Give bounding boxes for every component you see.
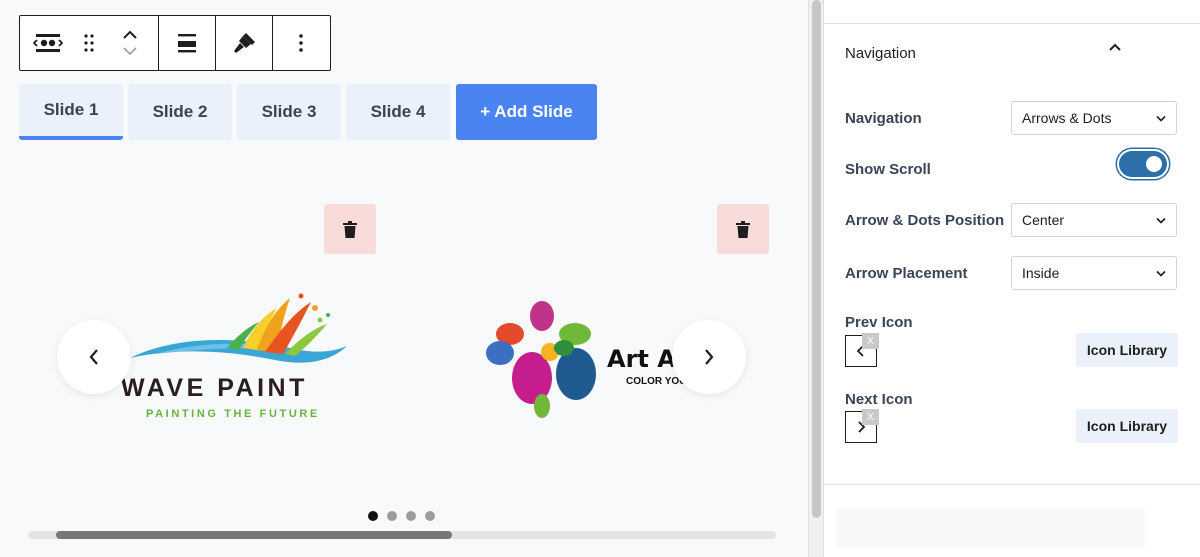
chevron-right-icon — [705, 349, 714, 365]
block-toolbar — [19, 15, 331, 71]
chevron-down-icon — [1156, 217, 1166, 224]
section-title[interactable]: Navigation — [845, 45, 916, 62]
carousel-dots — [368, 511, 435, 521]
next-icon-library-button[interactable]: Icon Library — [1076, 409, 1178, 443]
toolbar-group-more — [273, 16, 329, 70]
editor-canvas: Slide 1 Slide 2 Slide 3 Slide 4 + Add Sl… — [0, 0, 808, 557]
remove-prev-icon-button[interactable]: X — [862, 333, 879, 349]
collapsed-section[interactable] — [836, 508, 1146, 548]
drag-handle-icon[interactable] — [76, 16, 102, 70]
style-brush-icon[interactable] — [216, 16, 272, 70]
chevron-up-icon[interactable] — [1108, 42, 1122, 52]
delete-slide-button[interactable] — [717, 204, 769, 254]
tab-slide-1[interactable]: Slide 1 — [19, 84, 123, 140]
carousel-prev-button[interactable] — [57, 320, 131, 394]
carousel-scrollbar — [28, 531, 776, 539]
trash-icon — [343, 220, 357, 238]
panel-divider — [824, 23, 1200, 24]
trash-icon — [736, 220, 750, 238]
tab-slide-2[interactable]: Slide 2 — [128, 84, 232, 140]
next-icon-label: Next Icon — [845, 391, 913, 408]
block-type-icon[interactable] — [20, 16, 76, 70]
navigation-select[interactable]: Arrows & Dots — [1011, 101, 1177, 135]
carousel-scrollbar-thumb[interactable] — [56, 531, 452, 539]
slide-tabs: Slide 1 Slide 2 Slide 3 Slide 4 + Add Sl… — [19, 84, 597, 140]
wave-paint-subtitle: PAINTING THE FUTURE — [146, 408, 320, 420]
tab-slide-4[interactable]: Slide 4 — [346, 84, 450, 140]
show-scroll-toggle[interactable] — [1119, 151, 1167, 177]
add-slide-button[interactable]: + Add Slide — [456, 84, 597, 140]
prev-icon-library-button[interactable]: Icon Library — [1076, 333, 1178, 367]
panel-divider — [824, 484, 1200, 485]
art-academy-logo — [486, 301, 596, 418]
toggle-knob — [1146, 156, 1162, 172]
placement-label: Arrow Placement — [845, 265, 968, 282]
wave-paint-title: WAVE PAINT — [121, 374, 308, 402]
position-select[interactable]: Center — [1011, 203, 1177, 237]
carousel-dot[interactable] — [368, 511, 378, 521]
carousel-dot[interactable] — [425, 511, 435, 521]
tab-slide-3[interactable]: Slide 3 — [237, 84, 341, 140]
align-icon[interactable] — [159, 16, 215, 70]
more-options-icon[interactable] — [273, 16, 329, 70]
prev-icon-preview: X — [845, 333, 879, 367]
chevron-left-icon — [89, 349, 98, 365]
move-up-icon[interactable] — [122, 30, 138, 40]
move-down-icon[interactable] — [122, 46, 138, 56]
position-select-value: Center — [1022, 212, 1065, 228]
carousel-dot[interactable] — [406, 511, 416, 521]
show-scroll-label: Show Scroll — [845, 161, 931, 178]
settings-panel: Navigation Navigation Arrows & Dots Show… — [823, 0, 1200, 557]
move-buttons — [102, 16, 158, 70]
toolbar-group-align — [159, 16, 216, 70]
chevron-down-icon — [1156, 270, 1166, 277]
chevron-down-icon — [1156, 115, 1166, 122]
editor-scrollbar — [808, 0, 823, 557]
toolbar-group-style — [216, 16, 273, 70]
navigation-label: Navigation — [845, 110, 922, 127]
editor-scrollbar-thumb[interactable] — [812, 0, 821, 518]
placement-select-value: Inside — [1022, 265, 1060, 281]
position-label: Arrow & Dots Position — [845, 212, 1005, 229]
prev-icon-label: Prev Icon — [845, 314, 913, 331]
placement-select[interactable]: Inside — [1011, 256, 1177, 290]
carousel-dot[interactable] — [387, 511, 397, 521]
delete-slide-button[interactable] — [324, 204, 376, 254]
remove-next-icon-button[interactable]: X — [862, 409, 879, 425]
wave-paint-logo — [130, 293, 347, 363]
navigation-select-value: Arrows & Dots — [1022, 110, 1112, 126]
toolbar-group-block — [20, 16, 159, 70]
carousel-next-button[interactable] — [672, 320, 746, 394]
next-icon-preview: X — [845, 409, 879, 443]
